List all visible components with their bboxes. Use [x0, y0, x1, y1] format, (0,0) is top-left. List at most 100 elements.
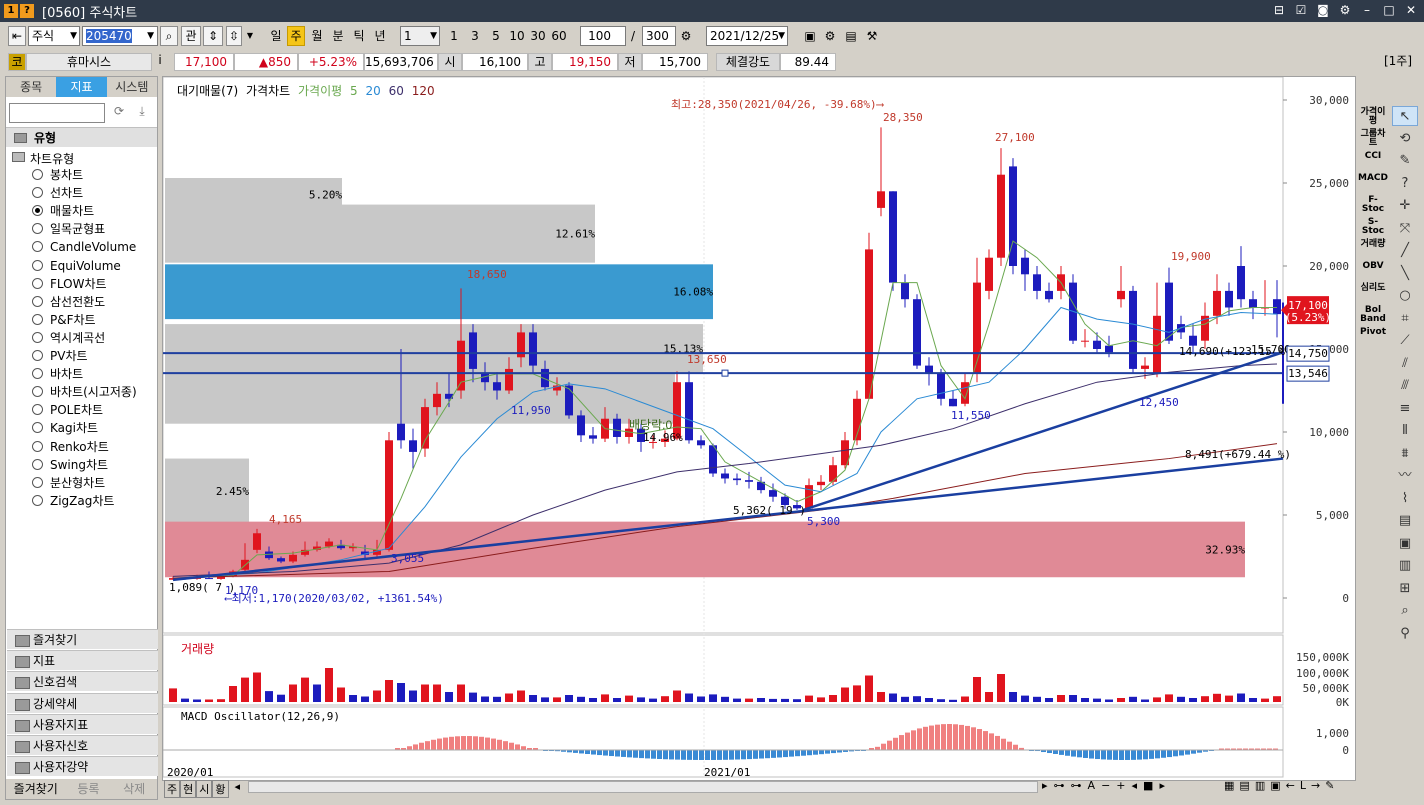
radio-button[interactable] [32, 422, 43, 434]
play-icon[interactable]: ▸ [1159, 779, 1171, 792]
radio-button[interactable] [32, 368, 43, 380]
box-icon[interactable]: ▤ [1392, 511, 1418, 531]
fan-icon[interactable]: ⦀ [1392, 421, 1418, 441]
favorites-button[interactable]: 즐겨찾기 [6, 779, 65, 799]
folder-4[interactable]: 사용자지표 [7, 713, 158, 734]
measure-icon[interactable]: ⤧ [1392, 219, 1418, 239]
count-input[interactable]: 100 [580, 26, 626, 46]
chevron-down-icon[interactable]: ▼ [244, 26, 256, 46]
spin-icon[interactable]: ⇳ [226, 26, 242, 46]
window-icon[interactable]: ▣ [802, 26, 818, 46]
period-week[interactable]: 주 [287, 26, 305, 46]
indicator-tool-7[interactable]: OBV [1358, 262, 1388, 271]
radio-button[interactable] [32, 169, 43, 180]
radio-button[interactable] [32, 277, 43, 289]
indicator-tool-4[interactable]: F-Stoc [1358, 196, 1388, 214]
radio-button[interactable] [32, 476, 43, 488]
calc-icon[interactable]: ⚙ [678, 26, 694, 46]
interval-10[interactable]: 10 [507, 26, 527, 46]
arrow-right-icon[interactable]: → [1311, 779, 1325, 792]
close-icon[interactable]: ✕ [1404, 3, 1418, 17]
folder-3[interactable]: 강세약세 [7, 692, 158, 713]
chart-type-6[interactable]: FLOW차트 [32, 277, 107, 291]
stock-code-input[interactable]: 205470 ▼ [82, 26, 158, 46]
chart-type-15[interactable]: Renko차트 [32, 440, 109, 454]
chart-type-9[interactable]: 역시계곡선 [32, 331, 105, 345]
chart-type-16[interactable]: Swing차트 [32, 458, 108, 472]
chart-type-14[interactable]: Kagi차트 [32, 421, 98, 435]
chart-type-4[interactable]: CandleVolume [32, 240, 136, 254]
chart-type-11[interactable]: 바차트 [32, 367, 83, 381]
cycle-icon[interactable]: ⌇ [1392, 489, 1418, 509]
radio-button[interactable] [32, 313, 43, 325]
chart-type-0[interactable]: 봉차트 [32, 168, 83, 182]
radio-button[interactable] [32, 331, 43, 343]
info-icon[interactable]: i [154, 51, 166, 69]
type-header[interactable]: 유형 [6, 127, 157, 147]
zoom-slider-icon[interactable]: ⊶⊶ [1054, 779, 1088, 792]
wave-icon[interactable]: ⩩ [1392, 444, 1418, 464]
radio-button[interactable] [32, 187, 43, 199]
line-icon[interactable]: ╱ [1392, 241, 1418, 261]
interval-30[interactable]: 30 [528, 26, 548, 46]
interval-1[interactable]: 1 [446, 26, 462, 46]
help-icon[interactable]: ? [1392, 174, 1418, 194]
tab-indicators[interactable]: 지표 [56, 77, 107, 97]
layout-icon[interactable]: ▥ [1255, 779, 1270, 792]
chart-type-10[interactable]: PV차트 [32, 349, 88, 363]
bottom-btn-si[interactable]: 시 [196, 780, 213, 798]
sort-icon[interactable]: ⇕ [203, 26, 223, 46]
stop-icon[interactable]: ■ [1143, 779, 1159, 792]
period-tick[interactable]: 틱 [349, 26, 369, 46]
prev-stock-icon[interactable]: ⇤ [8, 26, 26, 46]
period-day[interactable]: 일 [266, 26, 286, 46]
arrow-left-icon[interactable]: ← [1286, 779, 1300, 792]
tab-stocks[interactable]: 종목 [6, 77, 56, 97]
excel-icon[interactable]: ▦ [1224, 779, 1239, 792]
radio-button[interactable] [32, 223, 43, 235]
pen-icon[interactable]: ✎ [1392, 151, 1418, 171]
period-year[interactable]: 년 [370, 26, 390, 46]
zoom-icon[interactable]: ⌕ [1392, 601, 1418, 621]
indicator-tool-5[interactable]: S-Stoc [1358, 218, 1388, 236]
chart-frame[interactable]: 30,00025,00020,00015,00010,0005,00005.20… [162, 76, 1356, 781]
chart-type-12[interactable]: 바차트(시고저종) [32, 385, 137, 399]
unit-select[interactable]: 1 ▼ [400, 26, 440, 46]
indicator-tool-1[interactable]: 그룹차트 [1358, 130, 1388, 148]
gann-icon[interactable]: ⫻ [1392, 376, 1418, 396]
download-icon[interactable]: ⤓ [132, 104, 152, 122]
radio-button[interactable] [32, 205, 43, 217]
settings-icon[interactable]: ⚙ [1338, 3, 1352, 17]
radio-button[interactable] [32, 241, 43, 253]
chart-type-5[interactable]: EquiVolume [32, 259, 121, 273]
bottom-btn-hyeon[interactable]: 현 [180, 780, 197, 798]
radio-button[interactable] [32, 440, 43, 452]
label-icon[interactable]: L [1300, 779, 1311, 792]
folder-5[interactable]: 사용자신호 [7, 735, 158, 755]
indicator-tool-2[interactable]: CCI [1358, 152, 1388, 161]
interval-60[interactable]: 60 [549, 26, 569, 46]
register-button[interactable]: 등록 [65, 779, 111, 799]
chart-type-3[interactable]: 일목균형표 [32, 222, 105, 236]
date-input[interactable]: 2021/12/25 ▼ [706, 26, 788, 46]
chart-type-18[interactable]: ZigZag차트 [32, 494, 114, 508]
table-icon[interactable]: ▥ [1392, 556, 1418, 576]
capture-icon[interactable]: ◙ [1316, 3, 1330, 17]
period-minute[interactable]: 분 [328, 26, 348, 46]
chart-type-13[interactable]: POLE차트 [32, 403, 103, 417]
zoom-out-icon[interactable]: − [1101, 779, 1116, 792]
chart-type-7[interactable]: 삼선전환도 [32, 295, 105, 309]
folder-0[interactable]: 즐겨찾기 [7, 629, 158, 649]
total-input[interactable]: 300 [642, 26, 676, 46]
gwan-button[interactable]: 관 [181, 26, 201, 46]
refresh-icon[interactable]: ⟳ [109, 104, 129, 122]
period-month[interactable]: 월 [307, 26, 327, 46]
zoom-in-icon[interactable]: + [1116, 779, 1131, 792]
radio-button[interactable] [32, 404, 43, 416]
help-icon[interactable]: ? [20, 4, 34, 18]
scroll-right-icon[interactable]: ▸ [1042, 779, 1054, 792]
tab-system[interactable]: 시스템 [107, 77, 157, 97]
save-chart-icon[interactable]: ▤ [1239, 779, 1254, 792]
radio-button[interactable] [32, 458, 43, 470]
interval-3[interactable]: 3 [467, 26, 483, 46]
